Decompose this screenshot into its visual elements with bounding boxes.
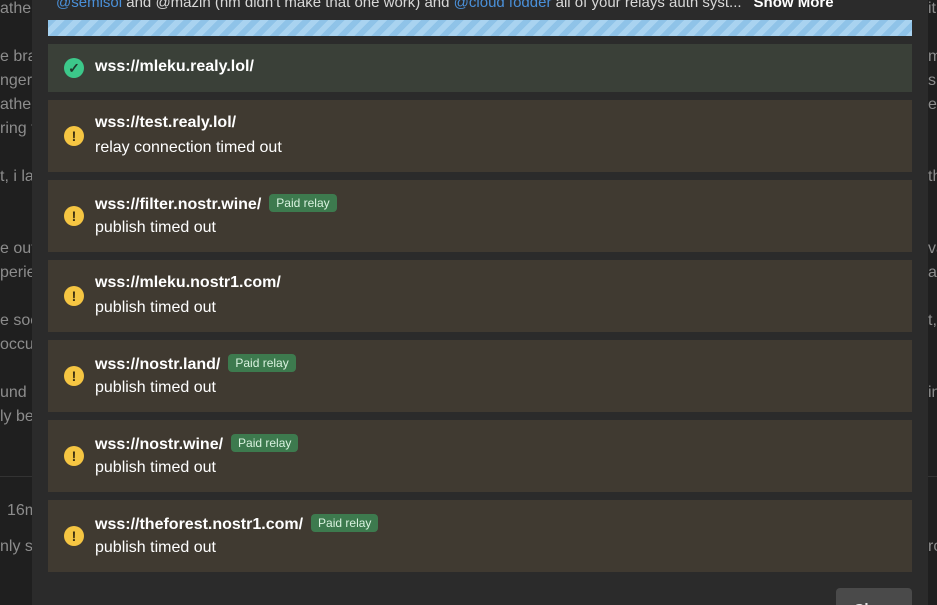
relay-url-text: wss://nostr.wine/ (95, 436, 224, 453)
mention-link[interactable]: @semisol (56, 0, 122, 11)
alert-circle-icon: ! (64, 526, 84, 546)
alert-circle-icon: ! (64, 286, 84, 306)
bg-text: ather (0, 96, 37, 113)
relay-url-text: wss://filter.nostr.wine/ (95, 196, 262, 213)
bg-text: ly be (0, 408, 34, 425)
bg-text: nger (0, 72, 33, 89)
relay-item: ! wss://nostr.wine/Paid relay publish ti… (48, 420, 912, 492)
bg-text: m (928, 48, 937, 65)
relay-url: wss://mleku.realy.lol/ (95, 58, 254, 76)
bg-text: th (928, 168, 937, 185)
bg-text: ather (0, 0, 37, 17)
bg-text: perie (0, 264, 36, 281)
relay-url: wss://test.realy.lol/ (95, 114, 236, 132)
alert-circle-icon: ! (64, 366, 84, 386)
paid-relay-badge: Paid relay (269, 194, 337, 212)
note-text: and @mazin (hm didn't make that one work… (122, 0, 454, 11)
bg-text: t, (928, 312, 937, 329)
check-circle-icon: ✓ (64, 58, 84, 78)
paid-relay-badge: Paid relay (311, 514, 379, 532)
relay-url: wss://mleku.nostr1.com/ (95, 274, 281, 292)
relay-item: ! wss://theforest.nostr1.com/Paid relay … (48, 500, 912, 572)
relay-url: wss://nostr.wine/Paid relay (95, 434, 299, 454)
bg-text: in (928, 384, 937, 401)
bg-text: t, i la (0, 168, 34, 185)
relay-url: wss://theforest.nostr1.com/Paid relay (95, 514, 379, 534)
relay-url: wss://filter.nostr.wine/Paid relay (95, 194, 337, 214)
relay-item: ! wss://filter.nostr.wine/Paid relay pub… (48, 180, 912, 252)
relay-item: ! wss://mleku.nostr1.com/ publish timed … (48, 260, 912, 332)
relay-url: wss://nostr.land/Paid relay (95, 354, 296, 374)
relay-status: publish timed out (95, 379, 216, 396)
alert-circle-icon: ! (64, 126, 84, 146)
bg-text: occu (0, 336, 34, 353)
bg-text: und (0, 384, 27, 401)
bg-text: s (928, 72, 936, 89)
relay-item: ✓ wss://mleku.realy.lol/ (48, 44, 912, 92)
relay-status: publish timed out (95, 299, 216, 316)
mention-link[interactable]: @cloud fodder (454, 0, 552, 11)
bg-text: ro (928, 538, 937, 555)
bg-text: it (928, 0, 936, 17)
close-button[interactable]: Close (836, 588, 912, 605)
relay-url-text: wss://nostr.land/ (95, 356, 221, 373)
relay-item: ! wss://test.realy.lol/ relay connection… (48, 100, 912, 172)
relay-item: ! wss://nostr.land/Paid relay publish ti… (48, 340, 912, 412)
bg-text: a (928, 264, 937, 281)
relay-url-text: wss://test.realy.lol/ (95, 114, 237, 131)
alert-circle-icon: ! (64, 206, 84, 226)
bg-text: e out (0, 240, 36, 257)
relay-url-text: wss://mleku.realy.lol/ (95, 58, 254, 75)
paid-relay-badge: Paid relay (231, 434, 299, 452)
relay-status: publish timed out (95, 219, 216, 236)
alert-circle-icon: ! (64, 446, 84, 466)
bg-text: va (928, 240, 937, 257)
relay-url-text: wss://theforest.nostr1.com/ (95, 516, 304, 533)
note-text: all of your relays auth syst... (551, 0, 742, 11)
publish-progress-bar (48, 20, 912, 36)
bg-text: ring t (0, 120, 36, 137)
bg-text: e (928, 96, 937, 113)
relay-status: publish timed out (95, 459, 216, 476)
paid-relay-badge: Paid relay (228, 354, 296, 372)
relay-status-dialog: @semisol and @mazin (hm didn't make that… (32, 0, 928, 605)
show-more-button[interactable]: Show More (754, 0, 834, 11)
relay-status: publish timed out (95, 539, 216, 556)
relay-status: relay connection timed out (95, 139, 282, 156)
note-preview: @semisol and @mazin (hm didn't make that… (56, 0, 906, 16)
relay-url-text: wss://mleku.nostr1.com/ (95, 274, 281, 291)
